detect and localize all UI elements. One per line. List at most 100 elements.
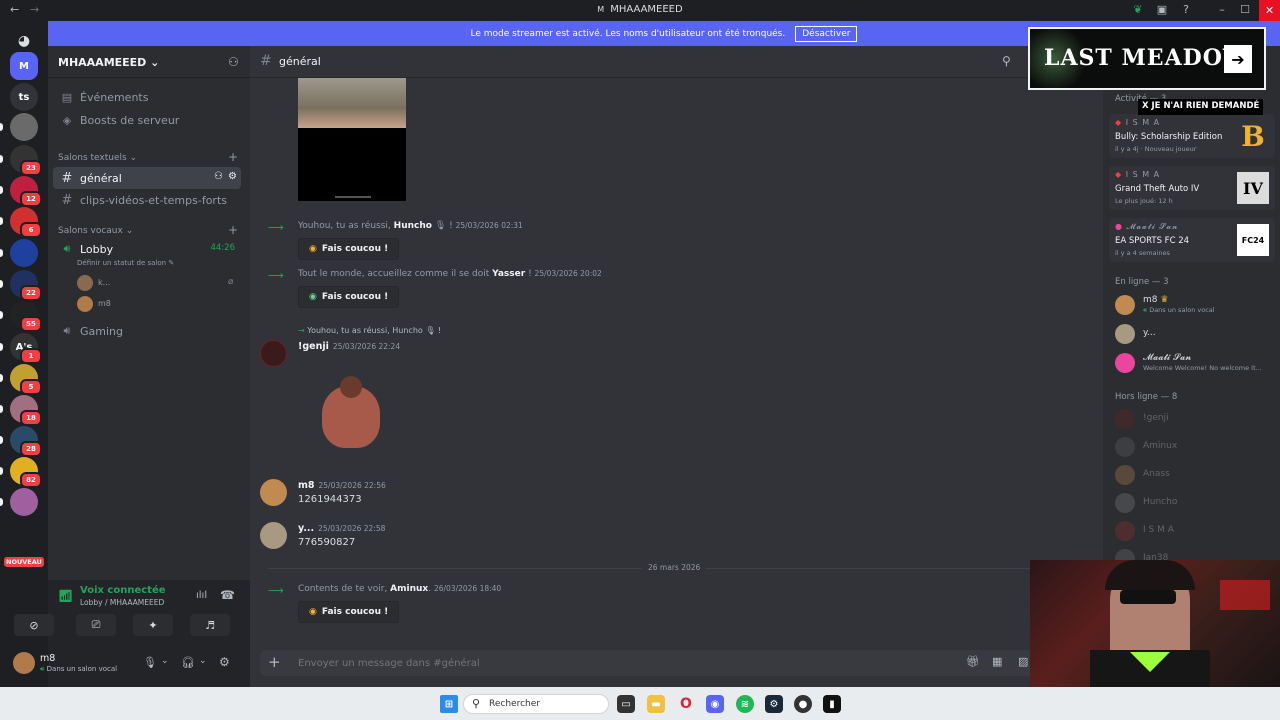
- voice-channel-lobby[interactable]: 🔊︎ Lobby 44:26: [53, 238, 241, 260]
- voice-status: Voix connectée: [80, 585, 166, 596]
- server-icon[interactable]: 12: [10, 176, 42, 207]
- video-attachment[interactable]: [298, 128, 406, 201]
- gif-icon[interactable]: ▦: [992, 655, 1002, 668]
- screen-share-button[interactable]: ⎚: [76, 614, 116, 636]
- task-view-icon[interactable]: ▭: [617, 695, 635, 713]
- taskbar-search[interactable]: ⚲ Rechercher: [463, 694, 609, 714]
- server-icon[interactable]: 6: [10, 207, 42, 238]
- avatar[interactable]: [260, 479, 287, 506]
- add-attachment-icon[interactable]: +: [268, 653, 281, 671]
- avatar[interactable]: [260, 340, 287, 367]
- member-item[interactable]: Aminux: [1109, 434, 1275, 460]
- server-icon[interactable]: 18: [10, 395, 42, 426]
- voice-location[interactable]: Lobby / MHAAAMEEED: [80, 598, 164, 607]
- wave-button[interactable]: ◉ Fais coucou !: [298, 238, 400, 260]
- gear-icon[interactable]: ⚙: [228, 171, 237, 182]
- message-author[interactable]: m8 25/03/2026 22:56: [298, 480, 386, 491]
- invite-icon[interactable]: ⚇: [228, 55, 239, 69]
- gift-icon[interactable]: 🎁︎: [966, 655, 980, 668]
- banner-text: Le mode streamer est activé. Les noms d'…: [470, 28, 786, 39]
- microphone-icon[interactable]: 🎙︎: [143, 656, 157, 669]
- image-attachment[interactable]: [298, 78, 406, 128]
- server-icon[interactable]: 5: [10, 364, 42, 395]
- voice-user[interactable]: k...: [98, 278, 110, 287]
- member-item[interactable]: Huncho: [1109, 490, 1275, 516]
- server-icon[interactable]: 22: [10, 270, 42, 301]
- wave-button[interactable]: ◉ Fais coucou !: [298, 286, 400, 308]
- message-input[interactable]: [298, 655, 918, 671]
- message-author[interactable]: y... 25/03/2026 22:58: [298, 523, 385, 534]
- server-icon[interactable]: 82: [10, 457, 42, 488]
- avatar[interactable]: [260, 522, 287, 549]
- windows-start-icon[interactable]: ⊞: [440, 695, 458, 713]
- channel-general[interactable]: # général ⚇ ⚙: [53, 167, 241, 189]
- events-item[interactable]: ▤ Événements: [53, 86, 241, 108]
- minimize-icon[interactable]: –: [1214, 2, 1230, 18]
- discord-taskbar-icon[interactable]: ◉: [706, 695, 724, 713]
- voice-user[interactable]: m8: [98, 299, 111, 308]
- headphones-icon[interactable]: 🎧︎: [181, 656, 195, 669]
- voice-channel-gaming[interactable]: 🔊︎ Gaming: [53, 320, 241, 342]
- new-badge[interactable]: NOUVEAU: [4, 557, 44, 567]
- server-icon[interactable]: [10, 488, 38, 516]
- file-explorer-icon[interactable]: ▬: [647, 695, 665, 713]
- server-icon[interactable]: ts: [10, 83, 38, 111]
- server-icon[interactable]: M: [10, 52, 38, 80]
- member-item[interactable]: Anass: [1109, 462, 1275, 488]
- close-icon[interactable]: ✕: [1259, 0, 1280, 21]
- app-icon[interactable]: ●: [794, 695, 812, 713]
- channel-status[interactable]: Définir un statut de salon ✎: [77, 259, 174, 267]
- invite-member-icon[interactable]: ⚇: [214, 171, 223, 182]
- activity-card[interactable]: ◆ I S M A Bully: Scholarship Edition il …: [1109, 114, 1275, 158]
- leaf-icon[interactable]: ❦: [1130, 2, 1146, 18]
- settings-gear-icon[interactable]: ⚙: [219, 655, 230, 669]
- taskbar: [0, 687, 1280, 720]
- member-item[interactable]: y...: [1109, 321, 1275, 347]
- text-category[interactable]: Salons textuels ⌄: [58, 153, 137, 163]
- inbox-icon[interactable]: ▣: [1154, 2, 1170, 18]
- member-item[interactable]: !genji: [1109, 406, 1275, 432]
- disable-button[interactable]: Désactiver: [795, 25, 858, 42]
- disconnect-icon[interactable]: ☎︎: [220, 588, 235, 602]
- server-icon[interactable]: 55: [10, 301, 42, 332]
- online-header: En ligne — 3: [1115, 277, 1169, 287]
- reply-preview[interactable]: → Youhou, tu as réussi, Huncho 🎙︎ !: [298, 326, 441, 335]
- sticker-icon[interactable]: ▨: [1018, 655, 1028, 668]
- threads-icon[interactable]: ⚲: [1002, 54, 1011, 68]
- add-channel-icon[interactable]: +: [228, 150, 238, 164]
- chevron-down-icon[interactable]: ⌄: [161, 656, 169, 666]
- soundwave-icon[interactable]: ılıl: [196, 590, 207, 601]
- opera-icon[interactable]: O: [677, 695, 695, 713]
- camera-off-button[interactable]: ⊘: [14, 614, 54, 636]
- soundboard-button[interactable]: ♬: [190, 614, 230, 636]
- user-name[interactable]: m8: [40, 653, 55, 664]
- server-icon[interactable]: [10, 113, 38, 141]
- member-item[interactable]: m8 ♛ 🔊︎ Dans un salon vocal: [1109, 292, 1275, 318]
- add-voice-channel-icon[interactable]: +: [228, 223, 238, 237]
- steam-icon[interactable]: ⚙: [765, 695, 783, 713]
- app-icon[interactable]: ▮: [823, 695, 841, 713]
- activities-button[interactable]: ✦: [133, 614, 173, 636]
- activity-card[interactable]: ◆ I S M A Grand Theft Auto IV Le plus jo…: [1109, 166, 1275, 210]
- server-icon[interactable]: A's 1: [10, 333, 42, 364]
- chevron-down-icon[interactable]: ⌄: [199, 656, 207, 666]
- member-item[interactable]: I S M A: [1109, 518, 1275, 544]
- discord-home-icon[interactable]: ◕: [10, 27, 38, 55]
- maximize-icon[interactable]: ☐: [1237, 2, 1253, 18]
- server-icon[interactable]: 28: [10, 426, 42, 457]
- signal-icon[interactable]: 📶︎: [58, 589, 73, 603]
- member-item[interactable]: 𝓜𝓪𝓪𝓽𝓲 𝓢𝓪𝓷 Welcome Welcome! No welcome It.…: [1109, 350, 1275, 376]
- voice-category[interactable]: Salons vocaux ⌄: [58, 226, 133, 236]
- channel-clips[interactable]: # clips-vidéos-et-temps-forts: [53, 189, 241, 211]
- server-icon[interactable]: [10, 239, 38, 267]
- wave-sticker-icon: ◉: [309, 244, 317, 254]
- avatar[interactable]: [13, 652, 35, 674]
- activity-card[interactable]: ● 𝓜𝓪𝓪𝓽𝓲 𝓢𝓪𝓷 EA SPORTS FC 24 il y a 4 sem…: [1109, 218, 1275, 262]
- server-icon[interactable]: 23: [10, 145, 42, 176]
- spotify-icon[interactable]: ≋: [736, 695, 754, 713]
- help-icon[interactable]: ?: [1178, 2, 1194, 18]
- boosts-item[interactable]: ◈ Boosts de serveur: [53, 109, 241, 131]
- message-author[interactable]: !genji 25/03/2026 22:24: [298, 341, 400, 352]
- server-name[interactable]: MHAAAMEEED ⌄: [58, 56, 159, 69]
- wave-button[interactable]: ◉ Fais coucou !: [298, 601, 400, 623]
